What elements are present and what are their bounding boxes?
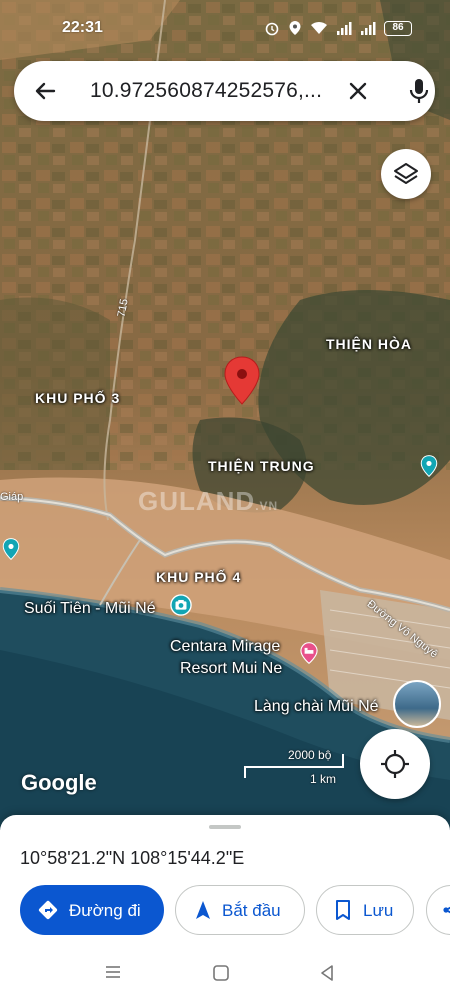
wifi-icon [311, 21, 327, 34]
scale-imperial: 2000 bộ [288, 748, 332, 762]
poi-label-centara-line2[interactable]: Resort Mui Ne [180, 659, 282, 679]
start-button[interactable]: Bắt đầu [175, 885, 305, 935]
poi-label-suoi-tien[interactable]: Suối Tiên - Mũi Né [24, 599, 156, 619]
mic-icon[interactable] [406, 77, 432, 105]
search-query[interactable]: 10.972560874252576,... [90, 79, 326, 103]
camera-icon[interactable] [170, 594, 192, 616]
share-icon [443, 906, 450, 914]
map-pin-teal-icon[interactable] [0, 538, 22, 560]
layers-icon [394, 163, 418, 184]
battery-icon: 86 [384, 20, 412, 36]
maps-screen: THIỆN HÒA KHU PHỐ 3 THIỆN TRUNG KHU PHỐ … [0, 0, 450, 1000]
alarm-icon [265, 22, 279, 36]
start-label: Bắt đầu [222, 901, 281, 920]
map-label-khu-pho-3: KHU PHỐ 3 [35, 390, 121, 406]
signal-icon [361, 22, 376, 35]
bookmark-icon [336, 900, 350, 920]
search-bar[interactable]: 10.972560874252576,... [14, 61, 435, 121]
map-label-thien-trung: THIỆN TRUNG [208, 458, 315, 474]
save-label: Lưu [363, 901, 394, 920]
scale-metric: 1 km [310, 772, 337, 786]
status-icons: 86 [264, 20, 412, 36]
back-arrow-icon[interactable] [32, 78, 58, 104]
watermark: GULAND.VN [138, 486, 279, 516]
location-pin-icon[interactable] [224, 356, 260, 406]
save-button[interactable]: Lưu [316, 885, 414, 935]
close-icon[interactable] [346, 79, 370, 103]
map-scale: 2000 bộ 1 km [244, 748, 344, 788]
layers-button[interactable] [381, 149, 431, 199]
map-pin-teal-icon[interactable] [418, 455, 440, 477]
status-bar: 22:31 86 [0, 0, 450, 60]
share-button[interactable] [426, 885, 450, 935]
map-label-khu-pho-4: KHU PHỐ 4 [156, 569, 242, 585]
system-nav-bar [0, 950, 450, 1000]
crosshair-icon [381, 750, 409, 778]
my-location-button[interactable] [360, 729, 430, 799]
satellite-imagery [0, 0, 450, 830]
directions-label: Đường đi [69, 901, 141, 920]
hotel-pin-icon[interactable] [298, 642, 320, 664]
coordinates-text: 10°58'21.2"N 108°15'44.2"E [20, 848, 245, 868]
road-label-giap: Giáp [0, 491, 24, 503]
status-time: 22:31 [62, 19, 103, 36]
navigation-arrow-icon [196, 901, 210, 919]
drag-handle[interactable] [209, 825, 241, 829]
signal-icon [337, 22, 352, 35]
directions-button[interactable]: Đường đi [20, 885, 164, 935]
home-icon[interactable] [212, 964, 230, 982]
menu-icon[interactable] [104, 964, 122, 980]
satellite-map[interactable]: THIỆN HÒA KHU PHỐ 3 THIỆN TRUNG KHU PHỐ … [0, 0, 450, 830]
directions-icon [38, 900, 58, 920]
back-icon[interactable] [318, 964, 336, 982]
poi-photo-thumbnail[interactable] [393, 680, 441, 728]
location-icon [289, 21, 301, 35]
map-label-thien-hoa: THIỆN HÒA [326, 336, 412, 352]
google-logo: Google [21, 770, 97, 795]
poi-label-centara-line1[interactable]: Centara Mirage [170, 637, 280, 657]
poi-label-lang-chai[interactable]: Làng chài Mũi Né [254, 697, 379, 717]
